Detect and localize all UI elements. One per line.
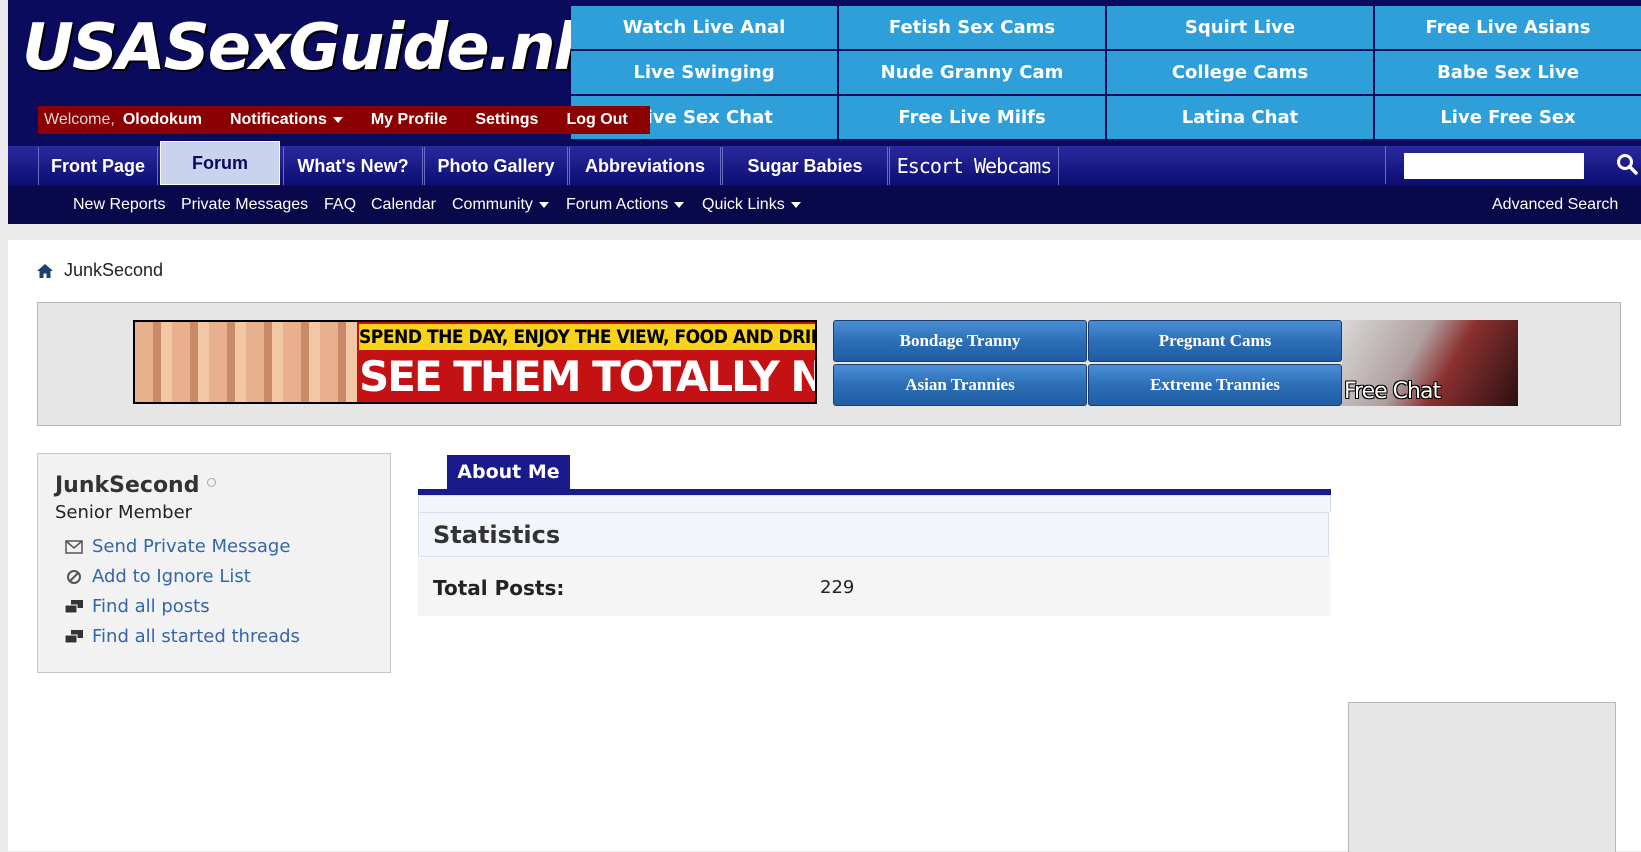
chevron-down-icon (790, 201, 801, 208)
settings-link[interactable]: Settings (461, 111, 552, 129)
about-spacer (418, 495, 1331, 512)
ad-link-free-live-milfs[interactable]: Free Live Milfs (839, 96, 1105, 139)
subnav-forum-actions[interactable]: Forum Actions (566, 196, 685, 214)
banner-line-1: SPEND THE DAY, ENJOY THE VIEW, FOOD AND … (359, 324, 817, 350)
find-all-posts-link[interactable]: Find all posts (64, 596, 210, 617)
tab-about-me[interactable]: About Me (447, 455, 570, 489)
tab-escort-webcams[interactable]: Escort Webcams (889, 147, 1059, 185)
ad-button-bondage-tranny[interactable]: Bondage Tranny (833, 320, 1087, 362)
chevron-down-icon (674, 201, 685, 208)
tab-whats-new[interactable]: What's New? (283, 147, 423, 185)
advanced-search-link[interactable]: Advanced Search (1492, 196, 1618, 214)
ad-link-fetish-sex-cams[interactable]: Fetish Sex Cams (839, 6, 1105, 49)
ad-link-live-swinging[interactable]: Live Swinging (571, 51, 837, 94)
banner-photo-strip (135, 322, 357, 402)
chevron-down-icon (332, 116, 343, 123)
ad-button-pregnant-cams[interactable]: Pregnant Cams (1088, 320, 1342, 362)
banner-line-2: SEE THEM TOTALLY NUDE (359, 352, 815, 401)
envelope-icon (64, 539, 84, 555)
my-profile-link[interactable]: My Profile (357, 111, 461, 129)
ad-link-babe-sex-live[interactable]: Babe Sex Live (1375, 51, 1641, 94)
subnav-community[interactable]: Community (452, 196, 549, 214)
offline-status-icon (207, 478, 217, 487)
chat-bubbles-icon (64, 629, 84, 645)
breadcrumb: JunkSecond (36, 260, 163, 281)
block-icon (64, 569, 84, 585)
username-link[interactable]: Olodokum (123, 111, 216, 129)
chevron-down-icon (538, 201, 549, 208)
subnav-quick-links[interactable]: Quick Links (702, 196, 801, 214)
find-all-posts-label: Find all posts (92, 596, 210, 617)
send-private-message-link[interactable]: Send Private Message (64, 536, 290, 557)
tab-forum[interactable]: Forum (160, 141, 280, 185)
sidebar-ad-placeholder (1348, 702, 1616, 852)
total-posts-label: Total Posts: (433, 576, 565, 600)
add-to-ignore-list-label: Add to Ignore List (92, 566, 251, 587)
top-ad-grid: Watch Live Anal Fetish Sex Cams Squirt L… (571, 6, 1641, 139)
search-icon[interactable] (1614, 153, 1640, 179)
subnav-calendar[interactable]: Calendar (371, 196, 436, 214)
statistics-title: Statistics (433, 521, 561, 549)
home-icon[interactable] (36, 262, 54, 280)
welcome-text: Welcome, (44, 111, 115, 128)
total-posts-value: 229 (820, 577, 855, 598)
profile-username: JunkSecond (55, 473, 217, 498)
ad-link-nude-granny-cam[interactable]: Nude Granny Cam (839, 51, 1105, 94)
ad-button-asian-trannies[interactable]: Asian Trannies (833, 364, 1087, 406)
profile-user-title: Senior Member (55, 502, 193, 523)
ad-link-latina-chat[interactable]: Latina Chat (1107, 96, 1373, 139)
send-private-message-label: Send Private Message (92, 536, 291, 557)
subnav-private-messages[interactable]: Private Messages (181, 196, 308, 214)
notifications-label: Notifications (229, 111, 327, 128)
subnav-faq[interactable]: FAQ (324, 196, 356, 214)
find-all-started-threads-label: Find all started threads (92, 626, 300, 647)
add-to-ignore-list-link[interactable]: Add to Ignore List (64, 566, 251, 587)
tab-front-page[interactable]: Front Page (38, 147, 158, 185)
ad-link-free-live-asians[interactable]: Free Live Asians (1375, 6, 1641, 49)
free-chat-label: Free Chat (1344, 379, 1441, 404)
logout-link[interactable]: Log Out (552, 111, 641, 129)
find-all-started-threads-link[interactable]: Find all started threads (64, 626, 300, 647)
ad-link-watch-live-anal[interactable]: Watch Live Anal (571, 6, 837, 49)
ad-link-live-free-sex[interactable]: Live Free Sex (1375, 96, 1641, 139)
subnav-community-label: Community (452, 196, 533, 213)
user-bar: Welcome, Olodokum Notifications My Profi… (38, 106, 650, 134)
chat-bubbles-icon (64, 599, 84, 615)
tab-photo-gallery[interactable]: Photo Gallery (424, 147, 568, 185)
subnav-quick-links-label: Quick Links (702, 196, 785, 213)
notifications-menu[interactable]: Notifications (216, 111, 357, 129)
breadcrumb-current: JunkSecond (64, 260, 164, 280)
site-logo[interactable]: USASexGuide.nl (22, 8, 574, 88)
free-chat-ad[interactable]: Free Chat (1342, 320, 1518, 406)
subnav-new-reports[interactable]: New Reports (73, 196, 165, 214)
ad-link-squirt-live[interactable]: Squirt Live (1107, 6, 1373, 49)
tab-sugar-babies[interactable]: Sugar Babies (722, 147, 888, 185)
ad-banner[interactable]: SPEND THE DAY, ENJOY THE VIEW, FOOD AND … (133, 320, 817, 404)
search-input[interactable] (1404, 153, 1584, 179)
ad-link-college-cams[interactable]: College Cams (1107, 51, 1373, 94)
tab-abbreviations[interactable]: Abbreviations (569, 147, 721, 185)
ad-button-extreme-trannies[interactable]: Extreme Trannies (1088, 364, 1342, 406)
profile-username-text: JunkSecond (55, 473, 200, 498)
subnav-forum-actions-label: Forum Actions (566, 196, 669, 213)
